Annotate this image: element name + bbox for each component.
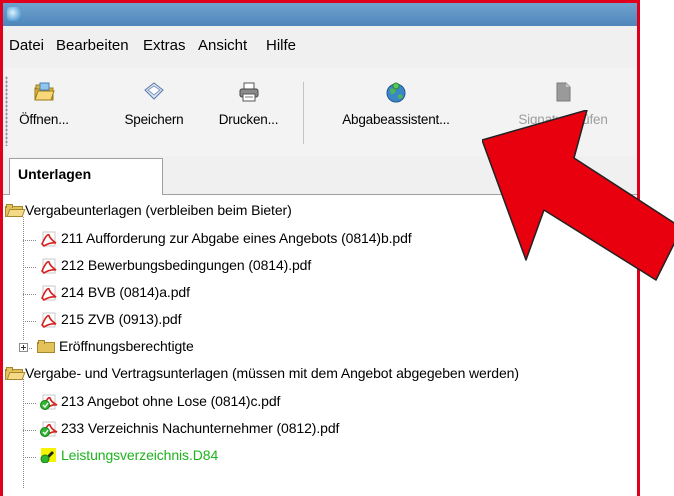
- submission-wizard-button[interactable]: Abgabeassistent...: [321, 68, 471, 156]
- toolbar-grip[interactable]: [5, 76, 8, 146]
- tree-file[interactable]: 215 ZVB (0913).pdf: [3, 307, 637, 333]
- app-icon: [7, 7, 21, 21]
- pdf-icon: [41, 285, 57, 301]
- printer-icon: [239, 82, 258, 102]
- folder-open-icon: [5, 204, 26, 217]
- toolbar-separator: [303, 82, 304, 144]
- pdf-check-icon: [40, 394, 58, 410]
- submission-wizard-label: Abgabeassistent...: [342, 112, 450, 127]
- tree-file-label: 211 Aufforderung zur Abgabe eines Angebo…: [61, 230, 412, 246]
- menu-datei[interactable]: Datei: [9, 37, 44, 54]
- tree-file-label: 212 Bewerbungsbedingungen (0814).pdf: [61, 257, 312, 273]
- save-button[interactable]: Speichern: [114, 68, 194, 156]
- folder-icon: [37, 340, 55, 353]
- tree-folder-label: Eröffnungsberechtigte: [59, 338, 194, 354]
- print-label: Drucken...: [218, 112, 279, 127]
- open-button[interactable]: Öffnen...: [9, 68, 79, 156]
- pdf-icon: [41, 312, 57, 328]
- tree-folder-eroeffnungsberechtigte[interactable]: Eröffnungsberechtigte: [3, 334, 637, 360]
- folder-open-icon: [5, 367, 26, 380]
- tree-file-label: 233 Verzeichnis Nachunternehmer (0812).p…: [61, 420, 340, 436]
- tab-unterlagen-label: Unterlagen: [18, 166, 92, 182]
- menu-hilfe[interactable]: Hilfe: [266, 37, 296, 54]
- document-icon: [556, 82, 571, 102]
- folder-open-icon: [34, 82, 55, 101]
- expand-plus-icon[interactable]: [19, 343, 28, 352]
- tree-folder-vertragsunterlagen[interactable]: Vergabe- und Vertragsunterlagen (müssen …: [3, 361, 637, 387]
- print-button[interactable]: Drucken...: [206, 68, 291, 156]
- menu-bar: Datei Bearbeiten Extras Ansicht Hilfe: [3, 26, 637, 69]
- globe-icon: [386, 82, 406, 103]
- tab-unterlagen[interactable]: Unterlagen: [9, 158, 163, 195]
- save-label: Speichern: [124, 112, 184, 127]
- menu-ansicht[interactable]: Ansicht: [198, 37, 247, 54]
- pdf-check-icon: [40, 421, 58, 437]
- tree-file-label: Leistungsverzeichnis.D84: [61, 447, 219, 463]
- tree-file-label: 215 ZVB (0913).pdf: [61, 311, 182, 327]
- menu-bearbeiten[interactable]: Bearbeiten: [56, 37, 129, 54]
- tree-file-label: 213 Angebot ohne Lose (0814)c.pdf: [61, 393, 281, 409]
- tree-folder-label: Vergabeunterlagen (verbleiben beim Biete…: [25, 202, 292, 218]
- lv-file-icon: [40, 448, 56, 463]
- menu-extras[interactable]: Extras: [143, 37, 186, 54]
- red-arrow-annotation: [482, 110, 674, 281]
- pdf-icon: [41, 231, 57, 247]
- open-label: Öffnen...: [19, 112, 69, 127]
- tree-folder-label: Vergabe- und Vertragsunterlagen (müssen …: [25, 365, 519, 381]
- tree-file[interactable]: 233 Verzeichnis Nachunternehmer (0812).p…: [3, 416, 637, 442]
- pdf-icon: [41, 258, 57, 274]
- title-bar: [3, 0, 637, 26]
- tree-file[interactable]: 213 Angebot ohne Lose (0814)c.pdf: [3, 389, 637, 415]
- diskette-icon: [144, 82, 164, 100]
- tree-file-label: 214 BVB (0814)a.pdf: [61, 284, 190, 300]
- tree-file-special[interactable]: Leistungsverzeichnis.D84: [3, 443, 637, 469]
